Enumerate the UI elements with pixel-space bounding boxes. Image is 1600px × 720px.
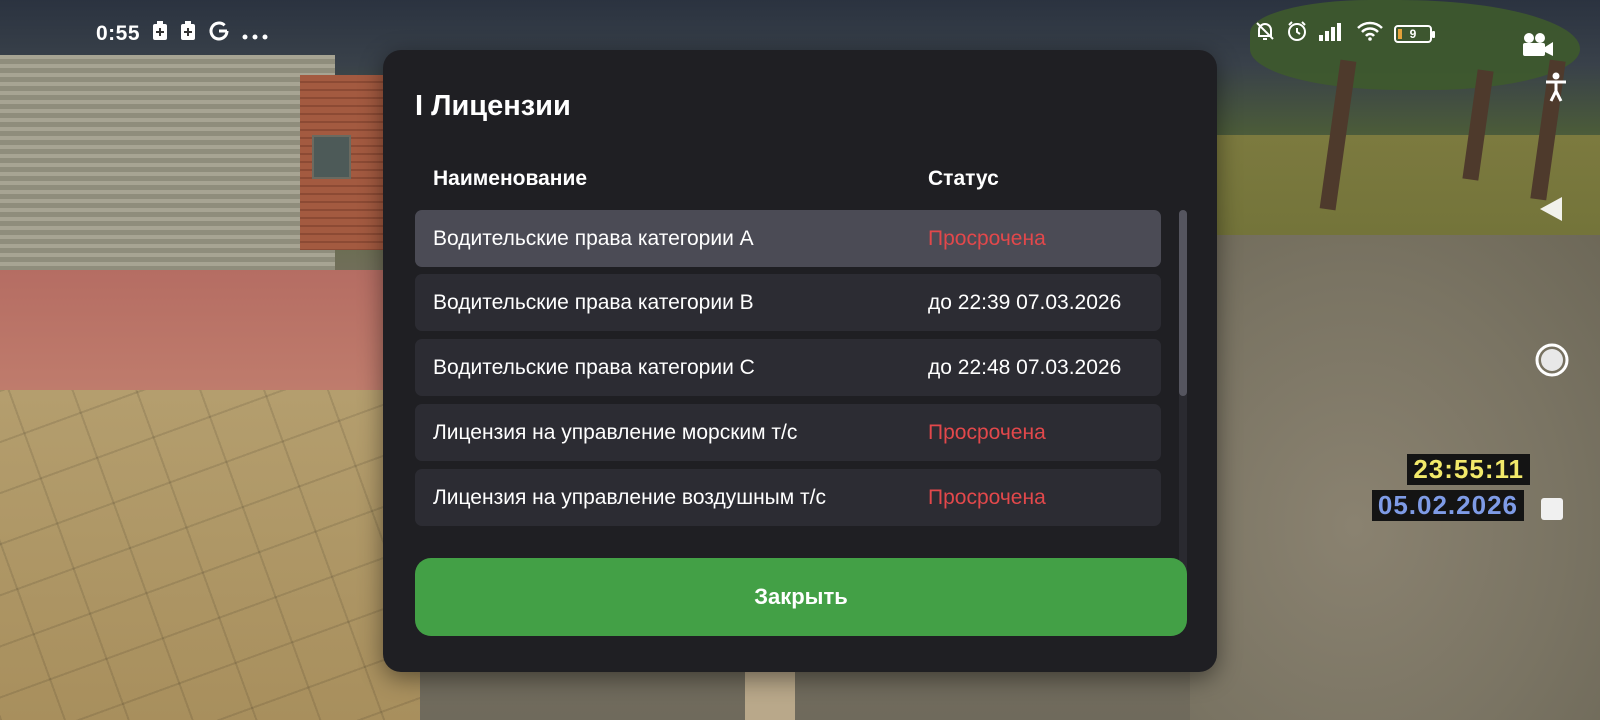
license-name: Водительские права категории B <box>433 291 754 314</box>
building-window <box>312 135 351 179</box>
battery-level: 9 <box>1409 26 1417 41</box>
battery-saver-icon <box>152 21 168 47</box>
status-bar-right: 9 <box>1254 20 1435 47</box>
license-row[interactable]: Водительские права категории A Просрочен… <box>415 210 1161 267</box>
wifi-icon <box>1356 21 1384 46</box>
license-name: Водительские права категории A <box>433 227 754 250</box>
alarm-icon <box>1286 20 1308 47</box>
license-list[interactable]: Водительские права категории A Просрочен… <box>415 210 1169 572</box>
more-dots-icon <box>242 23 268 46</box>
close-button[interactable]: Закрыть <box>415 558 1187 636</box>
license-status: Просрочена <box>928 486 1046 509</box>
license-status: до 22:48 07.03.2026 <box>928 356 1122 379</box>
license-name: Лицензия на управление воздушным т/с <box>433 486 826 509</box>
status-time: 0:55 <box>96 22 141 45</box>
license-row[interactable]: Водительские права категории B до 22:39 … <box>415 274 1161 331</box>
battery-fill <box>1398 28 1402 39</box>
red-wall <box>0 270 390 400</box>
game-date: 05.02.2026 <box>1371 490 1524 521</box>
google-icon <box>208 20 230 48</box>
license-status: до 22:39 07.03.2026 <box>928 291 1122 314</box>
list-scrollbar[interactable] <box>1179 210 1187 572</box>
recents-nav-icon[interactable] <box>1540 497 1564 526</box>
signal-icon <box>1318 21 1346 46</box>
license-row[interactable]: Лицензия на управление морским т/с Проср… <box>415 404 1161 461</box>
muted-bell-icon <box>1254 20 1276 47</box>
column-header-name: Наименование <box>433 167 588 190</box>
scrollbar-thumb[interactable] <box>1179 210 1187 396</box>
license-row[interactable]: Водительские права категории C до 22:48 … <box>415 339 1161 396</box>
battery-saver-icon <box>180 21 196 47</box>
back-nav-icon[interactable] <box>1538 195 1564 228</box>
game-clock: 23:55:11 <box>1407 454 1530 485</box>
license-name: Водительские права категории C <box>433 356 755 379</box>
dialog-title: I Лицензии <box>415 90 571 122</box>
license-status: Просрочена <box>928 421 1046 444</box>
license-status: Просрочена <box>928 227 1046 250</box>
status-bar-left: 0:55 <box>96 20 268 48</box>
building-wall <box>0 55 335 300</box>
license-name: Лицензия на управление морским т/с <box>433 421 798 444</box>
license-row[interactable]: Лицензия на управление воздушным т/с Про… <box>415 469 1161 526</box>
accessibility-icon[interactable] <box>1544 72 1568 107</box>
table-header: Наименование Статус <box>415 167 1161 197</box>
battery-icon: 9 <box>1394 24 1435 43</box>
dirt-road <box>1190 235 1600 720</box>
licenses-dialog: I Лицензии Наименование Статус Водительс… <box>383 50 1217 672</box>
video-camera-icon[interactable] <box>1521 30 1555 63</box>
tiled-ground <box>0 390 420 720</box>
home-nav-icon[interactable] <box>1535 343 1569 382</box>
column-header-status: Статус <box>928 167 999 190</box>
